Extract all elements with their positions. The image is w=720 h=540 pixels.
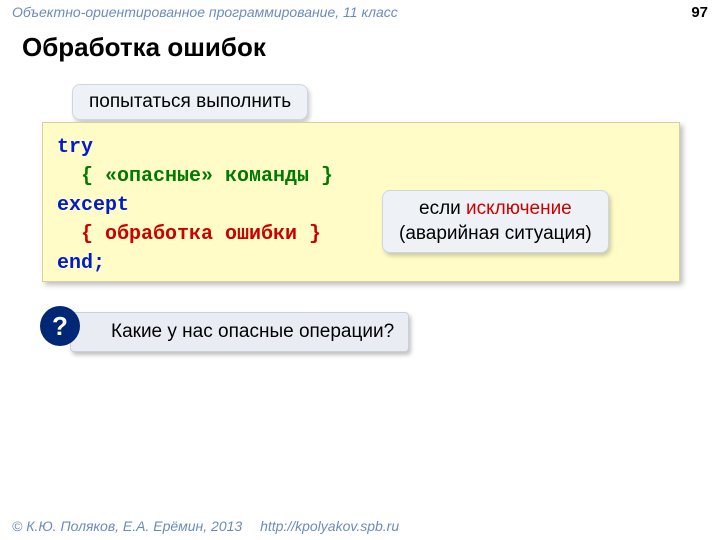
callout-try: попытаться выполнить <box>72 84 308 120</box>
footer: © К.Ю. Поляков, Е.А. Ерёмин, 2013 http:/… <box>12 518 399 534</box>
header-bar: Объектно-ориентированное программировани… <box>0 0 720 24</box>
subject-text: Объектно-ориентированное программировани… <box>12 4 398 21</box>
callout-exception-line2: (аварийная ситуация) <box>399 223 592 244</box>
footer-authors: © К.Ю. Поляков, Е.А. Ерёмин, 2013 <box>12 518 242 534</box>
question-icon: ? <box>40 306 80 346</box>
kw-end: end; <box>57 252 105 275</box>
kw-try: try <box>57 136 93 159</box>
code-commands: { «опасные» команды } <box>81 165 333 188</box>
page-title: Обработка ошибок <box>0 24 720 67</box>
page-number: 97 <box>691 4 708 21</box>
callout-exception: если исключение (аварийная ситуация) <box>382 190 609 253</box>
footer-url: http://kpolyakov.spb.ru <box>260 518 399 534</box>
callout-exception-line1a: если <box>419 198 466 219</box>
code-error: { обработка ошибки } <box>81 223 321 246</box>
kw-except: except <box>57 194 129 217</box>
callout-exception-em: исключение <box>466 198 572 219</box>
question-box: Какие у нас опасные операции? <box>70 312 409 352</box>
